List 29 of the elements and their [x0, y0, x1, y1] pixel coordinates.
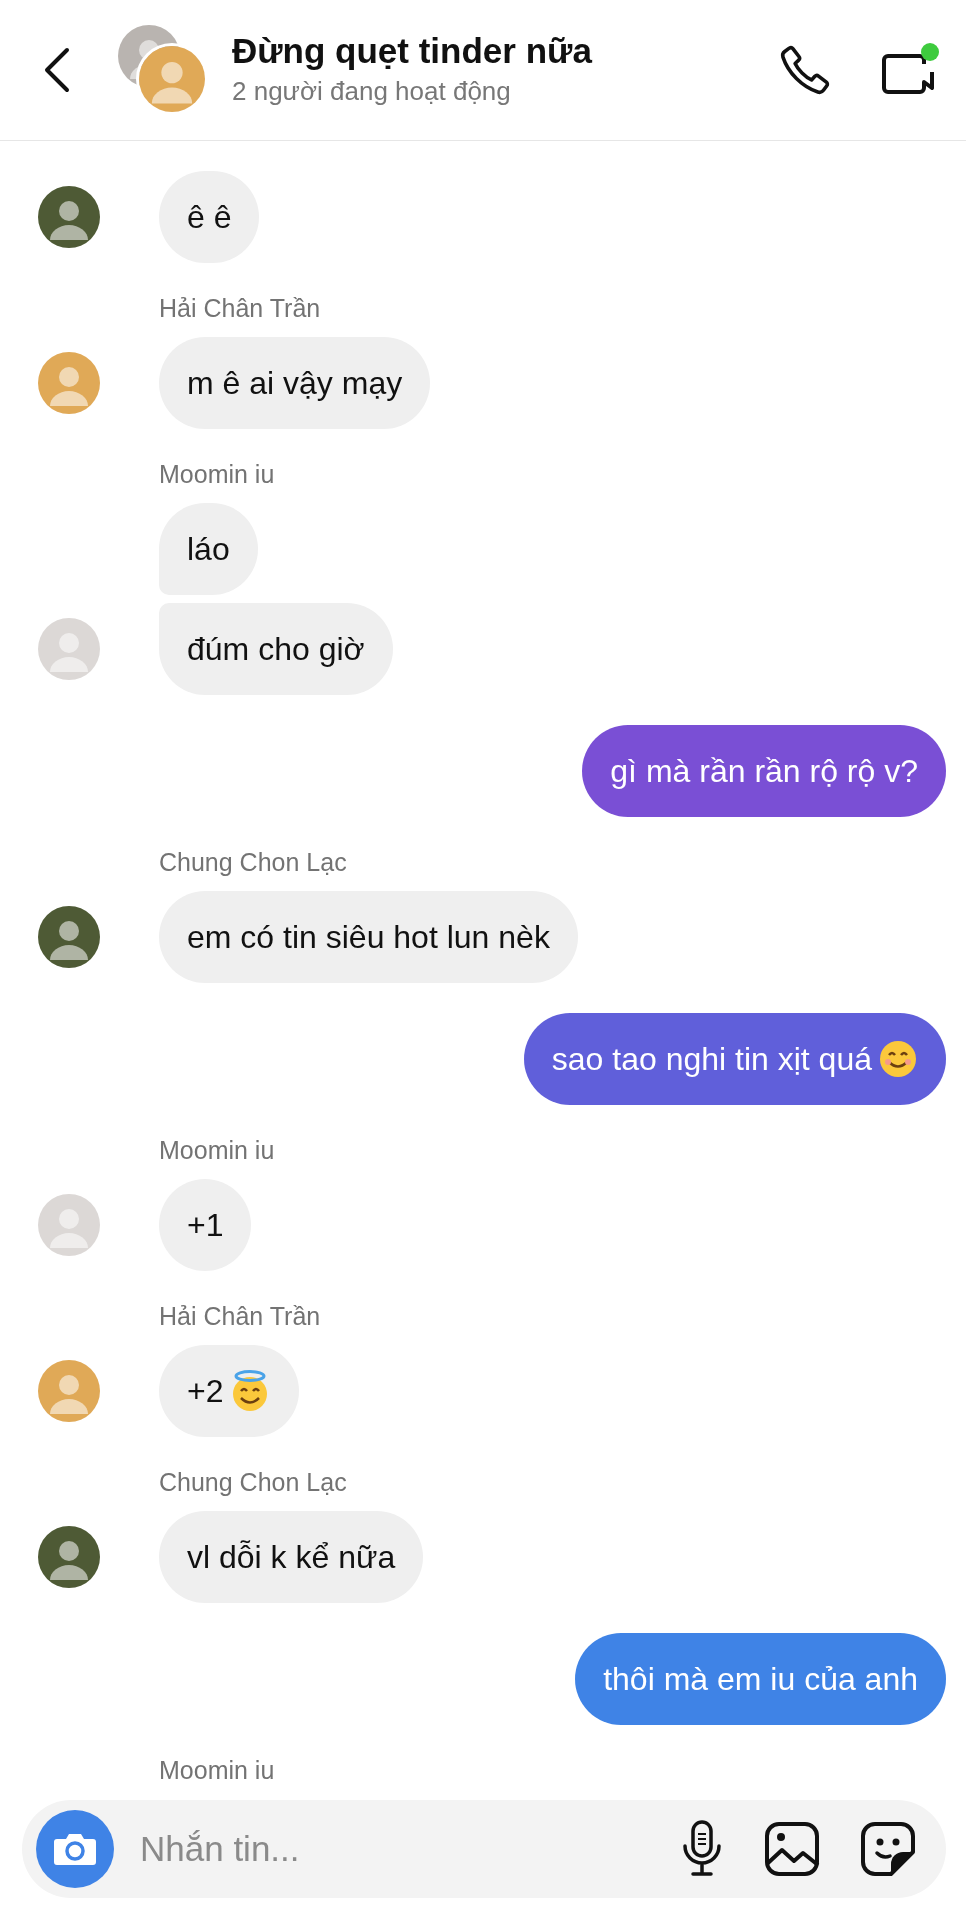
message-bubble: láo	[159, 503, 258, 595]
message-field[interactable]: Nhắn tin...	[22, 1800, 946, 1898]
sender-name: Hải Chân Trần	[159, 1301, 322, 1331]
message-bubble: đúm cho giờ	[159, 603, 393, 695]
message-bubble: vl dỗi k kể nữa	[159, 1511, 424, 1603]
gallery-button[interactable]	[764, 1821, 820, 1877]
active-status: 2 người đang hoạt động	[232, 74, 512, 108]
message-bubble: +2	[159, 1345, 300, 1437]
message-bubble: gì mà rần rần rộ rộ v?	[582, 725, 946, 817]
sender-name: Moomin iu	[159, 1135, 276, 1165]
camera-button[interactable]	[36, 1810, 114, 1888]
message-bubble: thôi mà em iu của anh	[575, 1633, 946, 1725]
message-bubble: em có tin siêu hot lun nèk	[159, 891, 578, 983]
message-input[interactable]: Nhắn tin...	[138, 1821, 656, 1877]
microphone-button[interactable]	[680, 1820, 724, 1878]
back-button[interactable]	[44, 47, 70, 93]
sender-name: Chung Chon Lạc	[159, 1467, 348, 1497]
sender-name: Moomin iu	[159, 1755, 276, 1785]
message-bubble: ê ê	[159, 171, 260, 263]
camera-icon	[53, 1831, 97, 1867]
sender-name: Moomin iu	[159, 459, 276, 489]
message-bubble: sao tao nghi tin xịt quá	[523, 1013, 946, 1105]
sticker-button[interactable]	[860, 1821, 916, 1877]
phone-call-button[interactable]	[778, 43, 832, 97]
message-bubble: m ê ai vậy mạy	[159, 337, 431, 429]
sender-name: Chung Chon Lạc	[159, 847, 348, 877]
chat-title: Đừng quẹt tinder nữa	[232, 29, 594, 72]
sender-name: Hải Chân Trần	[159, 293, 322, 323]
message-bubble: +1	[159, 1179, 252, 1271]
